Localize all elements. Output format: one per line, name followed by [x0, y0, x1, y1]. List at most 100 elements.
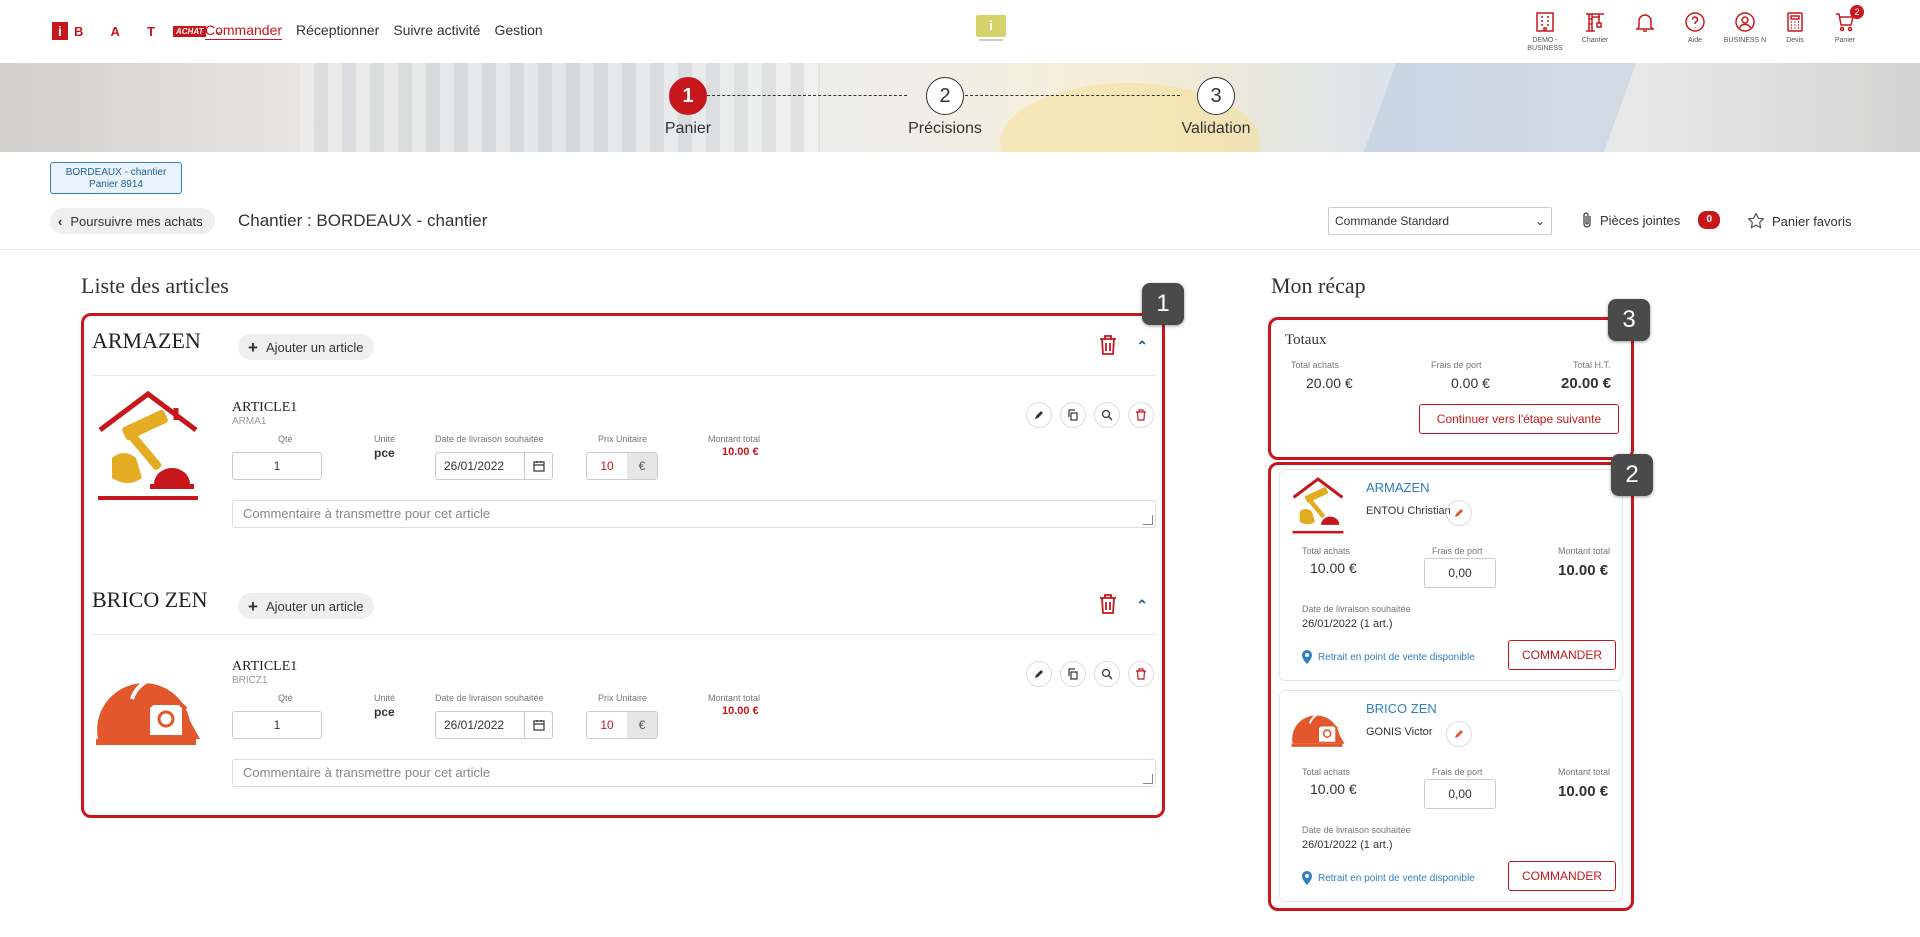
- vendor-name-link[interactable]: BRICO ZEN: [1366, 701, 1437, 716]
- nav-chantier[interactable]: Chantier: [1570, 8, 1620, 53]
- bell-icon: [1635, 14, 1655, 32]
- vendor-contact: GONIS Victor: [1366, 726, 1433, 738]
- unit-label: Unité: [374, 434, 396, 444]
- vendor-header-brico-zen: BRICO ZEN + Ajouter un article ⌃: [92, 575, 1156, 635]
- order-vendor-button[interactable]: COMMANDER: [1508, 861, 1616, 891]
- add-article-button[interactable]: + Ajouter un article: [238, 593, 374, 619]
- ibat-logo[interactable]: i B A T ACHAT ⌄: [52, 22, 223, 40]
- article-row: ARTICLE1 BRICZ1 Qté 1 Unité pce Date de …: [92, 637, 1156, 817]
- unit-price-input[interactable]: 10 €: [586, 452, 658, 480]
- nav-account-demo-business[interactable]: DEMO - BUSINESS: [1520, 8, 1570, 53]
- total-ht-value: 20.00 €: [1561, 375, 1612, 392]
- step-precisions[interactable]: 2 Précisions: [886, 77, 1004, 138]
- recap-section-title: Mon récap: [1271, 273, 1366, 298]
- trash-icon[interactable]: [1098, 593, 1118, 615]
- total-achats-value: 10.00 €: [1310, 781, 1357, 797]
- total-amount-value: 10.00 €: [722, 446, 759, 458]
- add-article-button[interactable]: + Ajouter un article: [238, 334, 374, 360]
- info-badge-icon[interactable]: i: [976, 15, 1006, 41]
- nav-commander[interactable]: Commander: [205, 22, 282, 38]
- help-icon: [1685, 12, 1705, 32]
- continue-next-step-button[interactable]: Continuer vers l'étape suivante: [1419, 404, 1619, 434]
- unit-price-input[interactable]: 10 €: [586, 711, 658, 739]
- brico-zen-logo-image: [1291, 711, 1345, 747]
- map-pin-icon: [1302, 650, 1312, 664]
- nav-aide[interactable]: Aide: [1670, 8, 1720, 53]
- shipping-cost-input[interactable]: 0,00: [1424, 779, 1496, 809]
- unit-price-value: 10: [600, 718, 614, 732]
- step-connector: [707, 95, 907, 96]
- article-comment-textarea[interactable]: Commentaire à transmettre pour cet artic…: [232, 759, 1156, 787]
- vendor-contact: ENTOU Christian: [1366, 505, 1451, 517]
- nav-gestion[interactable]: Gestion: [494, 22, 542, 38]
- nav-notifications[interactable]: [1620, 8, 1670, 53]
- attachments-button[interactable]: Pièces jointes 0: [1580, 211, 1721, 229]
- article-name: ARTICLE1: [232, 659, 298, 674]
- quantity-input[interactable]: 1: [232, 452, 322, 480]
- vendor-recap-card: BRICO ZEN GONIS Victor Total achats 10.0…: [1279, 690, 1623, 902]
- articles-list-panel: ARMAZEN + Ajouter un article ⌃ ARTICLE1 …: [81, 313, 1165, 818]
- basket-tag[interactable]: BORDEAUX - chantier Panier 8914: [50, 162, 182, 194]
- pickup-available-info[interactable]: Retrait en point de vente disponible: [1302, 650, 1475, 664]
- total-achats-value: 20.00 €: [1306, 375, 1353, 391]
- vendor-name-link[interactable]: ARMAZEN: [1366, 480, 1430, 495]
- pencil-icon[interactable]: [1446, 721, 1472, 747]
- chevron-down-icon: ⌄: [1534, 214, 1545, 228]
- chevron-left-icon: ‹: [58, 213, 63, 229]
- armazen-logo-image: [98, 390, 198, 500]
- basket-tag-panier: Panier 8914: [89, 179, 143, 190]
- checkout-stepper: 1 Panier 2 Précisions 3 Validation: [0, 63, 1920, 152]
- nav-suivre-activite[interactable]: Suivre activité: [393, 22, 480, 38]
- copy-icon[interactable]: [1060, 402, 1086, 428]
- pickup-available-info[interactable]: Retrait en point de vente disponible: [1302, 871, 1475, 885]
- calendar-icon[interactable]: [524, 453, 552, 479]
- montant-total-label: Montant total: [1558, 546, 1611, 556]
- article-comment-textarea[interactable]: Commentaire à transmettre pour cet artic…: [232, 500, 1156, 528]
- article-actions: [1026, 661, 1154, 687]
- nav-panier[interactable]: 2 Panier: [1820, 5, 1870, 53]
- vendor-name: BRICO ZEN: [92, 587, 208, 612]
- step-panier[interactable]: 1 Panier: [648, 77, 728, 138]
- pencil-icon[interactable]: [1026, 402, 1052, 428]
- right-nav: DEMO - BUSINESS Chantier Aide BUSINESS N…: [1520, 5, 1870, 53]
- continue-shopping-button[interactable]: ‹ Poursuivre mes achats: [50, 208, 215, 234]
- add-article-label: Ajouter un article: [265, 339, 364, 355]
- trash-icon[interactable]: [1128, 402, 1154, 428]
- chevron-up-icon[interactable]: ⌃: [1136, 597, 1148, 614]
- paperclip-icon: [1583, 212, 1591, 228]
- shipping-cost-input[interactable]: 0,00: [1424, 558, 1496, 588]
- nav-user[interactable]: BUSINESS N: [1720, 8, 1770, 53]
- user-icon: [1735, 12, 1755, 32]
- nav-user-label: BUSINESS N: [1723, 37, 1767, 44]
- pencil-icon[interactable]: [1446, 500, 1472, 526]
- step-validation[interactable]: 3 Validation: [1160, 77, 1272, 138]
- total-amount-label: Montant total: [708, 693, 761, 703]
- copy-icon[interactable]: [1060, 661, 1086, 687]
- delivery-date-input[interactable]: 26/01/2022: [435, 711, 553, 739]
- totals-title: Totaux: [1285, 332, 1327, 348]
- armazen-logo-image: [1292, 477, 1344, 534]
- plus-icon: +: [248, 337, 258, 357]
- montant-total-label: Montant total: [1558, 767, 1611, 777]
- search-icon[interactable]: [1094, 661, 1120, 687]
- order-type-select[interactable]: Commande Standard ⌄: [1328, 207, 1552, 235]
- unit-label: Unité: [374, 693, 396, 703]
- delivery-date-input[interactable]: 26/01/2022: [435, 452, 553, 480]
- chevron-up-icon[interactable]: ⌃: [1136, 338, 1148, 355]
- unit-value: pce: [374, 705, 395, 719]
- resize-handle[interactable]: [1143, 774, 1153, 784]
- attachments-count-badge: 0: [1698, 211, 1721, 229]
- order-vendor-button[interactable]: COMMANDER: [1508, 640, 1616, 670]
- quantity-input[interactable]: 1: [232, 711, 322, 739]
- articles-section-title: Liste des articles: [81, 273, 229, 298]
- trash-icon[interactable]: [1128, 661, 1154, 687]
- nav-devis[interactable]: Devis: [1770, 8, 1820, 53]
- calendar-icon[interactable]: [524, 712, 552, 738]
- nav-account-label: DEMO - BUSINESS: [1527, 37, 1563, 52]
- favorite-basket-button[interactable]: Panier favoris: [1746, 211, 1851, 231]
- pencil-icon[interactable]: [1026, 661, 1052, 687]
- search-icon[interactable]: [1094, 402, 1120, 428]
- trash-icon[interactable]: [1098, 334, 1118, 356]
- nav-receptionner[interactable]: Réceptionner: [296, 22, 379, 38]
- resize-handle[interactable]: [1143, 515, 1153, 525]
